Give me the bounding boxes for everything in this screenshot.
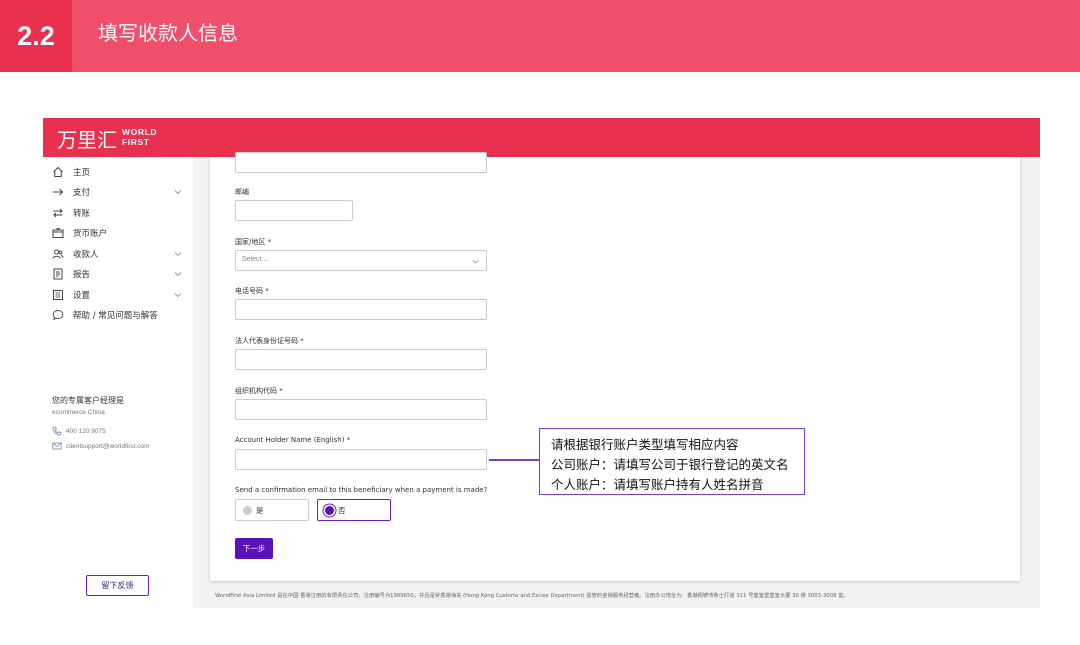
sidebar-item-home[interactable]: 主页 xyxy=(43,162,193,182)
phone-input[interactable] xyxy=(235,299,487,320)
sidebar-item-currency-accounts[interactable]: 货币账户 xyxy=(43,223,193,243)
country-select-placeholder: Select... xyxy=(242,256,268,263)
previous-field-input[interactable] xyxy=(235,152,487,173)
sidebar-item-label: 主页 xyxy=(73,168,91,178)
phone-label: 电话号码 * xyxy=(235,287,269,295)
chevron-down-icon xyxy=(472,259,479,264)
beneficiary-form: 邮编 国家/地区 * Select... 电话号码 * 法人代表身份证号码 * … xyxy=(210,152,1020,581)
settings-icon xyxy=(52,289,64,301)
chevron-down-icon xyxy=(174,190,182,195)
sidebar: 主页 支付 转账 货币账户 收款人 报告 设置 帮助 / 常见问题与解答 您的专… xyxy=(43,157,193,608)
holder-name-input[interactable] xyxy=(235,449,487,470)
mail-icon xyxy=(52,442,62,450)
arrow-right-icon xyxy=(52,186,64,198)
account-manager-name: ecommerce China xyxy=(52,409,105,416)
chevron-down-icon xyxy=(174,272,182,277)
next-button[interactable]: 下一步 xyxy=(235,538,273,559)
postcode-input[interactable] xyxy=(235,200,353,221)
postcode-label: 邮编 xyxy=(235,188,249,196)
account-manager-title: 您的专属客户经理是 xyxy=(52,396,124,405)
option-no[interactable]: 否 xyxy=(317,499,391,521)
org-code-label: 组织机构代码 * xyxy=(235,387,283,395)
sidebar-item-label: 收款人 xyxy=(73,250,99,260)
chevron-down-icon xyxy=(174,293,182,298)
option-yes[interactable]: 是 xyxy=(235,499,309,521)
org-code-input[interactable] xyxy=(235,399,487,420)
manager-phone[interactable]: 400 120 9075 xyxy=(52,425,106,437)
sidebar-item-label: 设置 xyxy=(73,291,91,301)
logo-chinese: 万里汇 xyxy=(57,128,117,152)
sidebar-item-beneficiaries[interactable]: 收款人 xyxy=(43,244,193,264)
sidebar-item-help[interactable]: 帮助 / 常见问题与解答 xyxy=(43,305,193,325)
feedback-button[interactable]: 留下反馈 xyxy=(86,575,149,596)
email-confirm-label: Send a confirmation email to this benefi… xyxy=(235,486,488,494)
legal-id-label: 法人代表身份证号码 * xyxy=(235,337,304,345)
sidebar-item-settings[interactable]: 设置 xyxy=(43,285,193,305)
sidebar-item-label: 支付 xyxy=(73,188,91,198)
users-icon xyxy=(52,248,64,260)
sidebar-item-transfer[interactable]: 转账 xyxy=(43,203,193,223)
sidebar-item-reports[interactable]: 报告 xyxy=(43,264,193,284)
footer-legal: WorldFirst Asia Limited 是在中国·香港注册的有限责任公司… xyxy=(215,593,849,599)
phone-icon xyxy=(52,426,62,436)
app-window: 万里汇 WORLD FIRST 主页 支付 转账 货币账户 收款人 报告 设置 … xyxy=(43,118,1040,608)
country-select[interactable]: Select... xyxy=(235,250,487,271)
legal-id-input[interactable] xyxy=(235,349,487,370)
annotation-callout: 请根据银行账户类型填写相应内容 公司账户：请填写公司于银行登记的英文名 个人账户… xyxy=(539,428,805,495)
sidebar-item-label: 帮助 / 常见问题与解答 xyxy=(73,311,158,321)
slide-number: 2.2 xyxy=(0,0,72,72)
report-icon xyxy=(52,268,64,280)
manager-email[interactable]: clientsupport@worldfirst.com xyxy=(52,440,150,452)
sidebar-item-pay[interactable]: 支付 xyxy=(43,182,193,202)
app-topbar: 万里汇 WORLD FIRST xyxy=(43,118,1040,157)
radio-unselected-icon xyxy=(243,505,252,515)
sidebar-item-label: 货币账户 xyxy=(73,229,108,239)
chevron-down-icon xyxy=(174,252,182,257)
logo-english: WORLD FIRST xyxy=(122,127,158,147)
sidebar-item-label: 报告 xyxy=(73,270,91,280)
callout-connector xyxy=(489,459,539,461)
sidebar-item-label: 转账 xyxy=(73,209,91,219)
country-label: 国家/地区 * xyxy=(235,238,272,246)
slide-title: 填写收款人信息 xyxy=(98,21,238,45)
holder-name-label: Account Holder Name (English) * xyxy=(235,436,351,444)
wallet-icon xyxy=(52,227,64,239)
transfer-icon xyxy=(52,207,64,219)
home-icon xyxy=(52,166,64,178)
chat-help-icon xyxy=(52,309,64,321)
radio-selected-icon xyxy=(325,505,334,515)
